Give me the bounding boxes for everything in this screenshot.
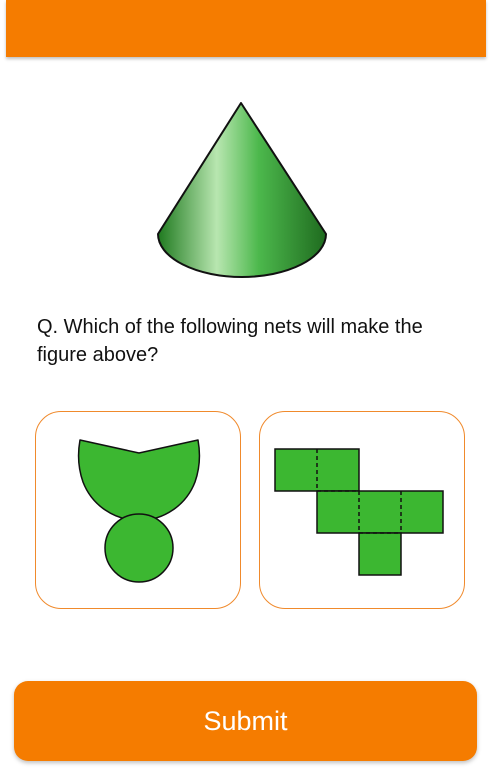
cube-net-icon [274,448,444,576]
cone-net-icon [77,439,201,583]
option-cube-net[interactable] [259,411,465,609]
header-bar [6,0,486,57]
cone-icon [157,102,327,278]
question-text: Q. Which of the following nets will make… [37,316,423,366]
submit-button[interactable]: Submit [14,681,477,761]
option-cone-net[interactable] [35,411,241,609]
cone-figure [150,98,334,283]
